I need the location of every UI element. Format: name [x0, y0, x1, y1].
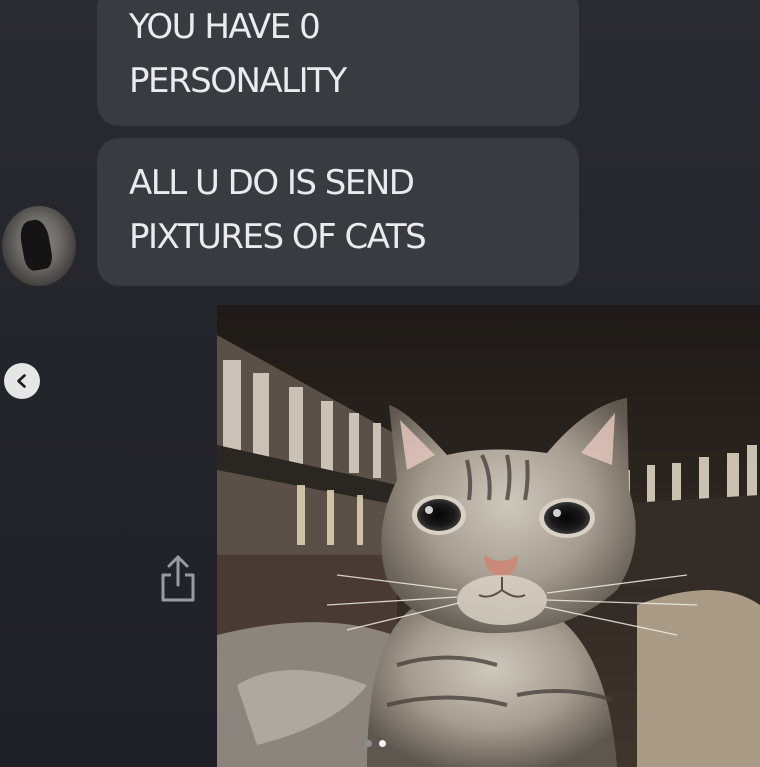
message-line: PERSONALITY: [129, 61, 347, 101]
carousel-indicator: [365, 740, 386, 747]
carousel-dot-active[interactable]: [379, 740, 386, 747]
carousel-dot[interactable]: [365, 740, 372, 747]
message-bubble: YOU HAVE 0 PERSONALITY: [97, 0, 579, 126]
cat-photo[interactable]: [217, 305, 760, 767]
share-icon[interactable]: [158, 553, 198, 605]
cat-photo-illustration: [217, 305, 760, 767]
message-line: ALL U DO IS SEND: [129, 163, 415, 203]
message-line: PIXTURES OF CATS: [129, 217, 427, 257]
message-bubble: ALL U DO IS SEND PIXTURES OF CATS: [97, 138, 579, 286]
chat-screen: YOU HAVE 0 PERSONALITY ALL U DO IS SEND …: [0, 0, 760, 767]
chevron-left-icon: [17, 374, 26, 388]
carousel-prev-button[interactable]: [4, 363, 40, 399]
avatar-figure: [17, 217, 55, 273]
avatar[interactable]: [2, 206, 76, 286]
message-line: YOU HAVE 0: [129, 7, 321, 47]
